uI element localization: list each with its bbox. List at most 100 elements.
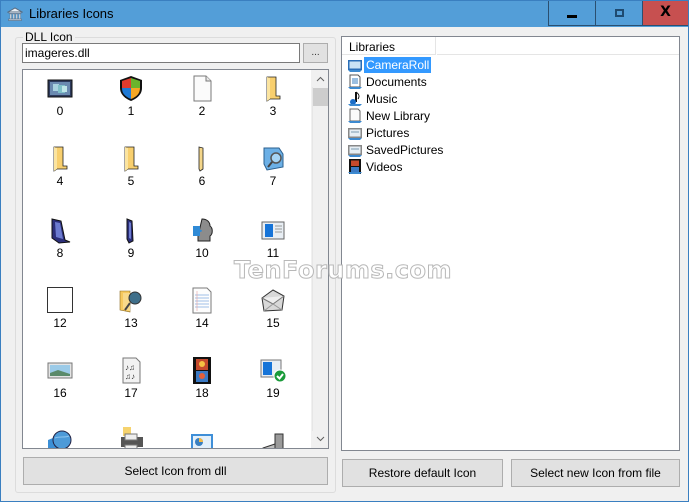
libraries-icons-window: Libraries Icons X DLL Icon ... 012345678… xyxy=(0,0,689,502)
svg-text:♪♫: ♪♫ xyxy=(125,363,135,372)
icon-index-label: 2 xyxy=(198,104,206,118)
minimize-button[interactable] xyxy=(548,1,595,26)
icon-index-label: 18 xyxy=(195,386,209,400)
icon-index-label: 8 xyxy=(56,246,64,260)
icon-cell[interactable]: 12 xyxy=(24,282,94,352)
select-icon-from-dll-button[interactable]: Select Icon from dll xyxy=(23,457,328,485)
icon-cell[interactable]: 13 xyxy=(95,282,165,352)
library-item-label: Pictures xyxy=(366,126,410,140)
scroll-up-button[interactable] xyxy=(312,70,328,87)
scroll-thumb[interactable] xyxy=(313,88,328,106)
folder-back-icon xyxy=(266,76,281,102)
dark-folder-icon xyxy=(51,218,71,244)
icon-index-label: 19 xyxy=(266,386,280,400)
folder-back-icon xyxy=(53,146,68,172)
library-item-label: Documents xyxy=(366,75,427,89)
icon-cell[interactable]: 5 xyxy=(95,140,165,210)
videos-library-icon xyxy=(348,159,362,174)
icon-cell[interactable]: 2 xyxy=(166,70,236,140)
icon-index-label: 6 xyxy=(198,174,206,188)
icon-cell[interactable]: 22 xyxy=(166,422,236,448)
puzzle-chess-icon xyxy=(193,218,213,242)
icon-cell[interactable]: 19 xyxy=(237,352,307,422)
icon-cell[interactable]: 20 xyxy=(24,422,94,448)
icon-index-label: 14 xyxy=(195,316,209,330)
svg-text:♫♪: ♫♪ xyxy=(125,372,135,381)
icon-cell[interactable]: 0 xyxy=(24,70,94,140)
icon-index-label: 12 xyxy=(53,316,67,330)
envelope-icon xyxy=(261,289,285,312)
vertical-scrollbar[interactable] xyxy=(311,70,328,448)
restore-default-icon-button[interactable]: Restore default Icon xyxy=(342,459,503,487)
globe-folder-icon xyxy=(48,430,72,448)
library-icon xyxy=(7,7,23,21)
icon-index-label: 1 xyxy=(127,104,135,118)
shield-icon xyxy=(120,76,142,101)
icon-cell[interactable]: 8 xyxy=(24,212,94,282)
chevron-up-icon xyxy=(316,76,325,82)
icon-index-label: 16 xyxy=(53,386,67,400)
select-new-icon-from-file-button[interactable]: Select new Icon from file xyxy=(511,459,680,487)
window-panel-icon xyxy=(261,221,285,240)
column-header-filler xyxy=(437,37,679,55)
picture-icon xyxy=(47,362,73,379)
camera-roll-library-icon xyxy=(348,60,362,72)
close-button[interactable]: X xyxy=(642,1,688,26)
icon-index-label: 13 xyxy=(124,316,138,330)
icon-cell[interactable]: 21 xyxy=(95,422,165,448)
icon-cell[interactable]: 7 xyxy=(237,140,307,210)
scroll-track[interactable] xyxy=(312,70,328,448)
browse-button[interactable]: ... xyxy=(303,43,328,63)
library-item-label: CameraRoll xyxy=(364,57,432,73)
icon-cell[interactable]: 14 xyxy=(166,282,236,352)
icon-cell[interactable]: 18 xyxy=(166,352,236,422)
icon-cell[interactable]: 1 xyxy=(95,70,165,140)
icon-cell[interactable]: 6 xyxy=(166,140,236,210)
icon-cell[interactable]: 11 xyxy=(237,212,307,282)
icon-index-label: 7 xyxy=(269,174,277,188)
scroll-down-button[interactable] xyxy=(312,431,328,448)
icon-cell[interactable]: 3 xyxy=(237,70,307,140)
title-bar[interactable]: Libraries Icons X xyxy=(1,1,688,27)
library-item-label: Videos xyxy=(366,160,403,174)
folder-back-icon xyxy=(124,146,139,172)
chevron-down-icon xyxy=(316,436,325,442)
minimize-icon xyxy=(567,15,577,18)
icon-cell[interactable]: 4 xyxy=(24,140,94,210)
dll-icon-list[interactable]: 012345678910111213141516♪♫♫♪171819202122… xyxy=(22,69,329,449)
libraries-list[interactable]: Libraries CameraRoll Documents Music New Li… xyxy=(341,36,680,451)
maximize-icon xyxy=(615,9,624,17)
library-item-label: SavedPictures xyxy=(366,143,444,157)
dll-icon-group-label: DLL Icon xyxy=(23,30,75,44)
dark-folder-narrow-icon xyxy=(126,218,134,244)
icon-index-label: 10 xyxy=(195,246,209,260)
library-item-label: New Library xyxy=(366,109,431,123)
desktop-preview-icon xyxy=(47,79,73,98)
documents-library-icon xyxy=(348,74,362,89)
new-library-icon xyxy=(348,108,362,123)
film-icon xyxy=(193,357,211,384)
dll-file-input[interactable] xyxy=(22,43,300,63)
icon-cell[interactable]: 15 xyxy=(237,282,307,352)
search-computer-icon xyxy=(263,147,284,171)
icon-index-label: 4 xyxy=(56,174,64,188)
icon-index-label: 15 xyxy=(266,316,280,330)
library-item-label: Music xyxy=(366,92,398,106)
icon-cell[interactable]: 9 xyxy=(95,212,165,282)
maximize-button[interactable] xyxy=(595,1,642,26)
drive-icon xyxy=(262,433,284,448)
music-sheet-icon: ♪♫♫♪ xyxy=(122,357,141,384)
icon-cell[interactable]: 23 xyxy=(237,422,307,448)
pictures-library-icon xyxy=(348,128,362,140)
icon-cell[interactable]: 10 xyxy=(166,212,236,282)
icon-cell[interactable]: ♪♫ ♫♪ 17 xyxy=(95,352,165,422)
control-panel-icon xyxy=(191,434,213,448)
icon-index-label: 3 xyxy=(269,104,277,118)
blank-square-icon xyxy=(47,287,73,313)
icon-index-label: 0 xyxy=(56,104,64,118)
icon-cell[interactable]: 16 xyxy=(24,352,94,422)
icon-index-label: 17 xyxy=(124,386,138,400)
icon-index-label: 9 xyxy=(127,246,135,260)
libraries-column-header[interactable]: Libraries xyxy=(342,37,436,55)
blank-document-icon xyxy=(193,75,212,102)
